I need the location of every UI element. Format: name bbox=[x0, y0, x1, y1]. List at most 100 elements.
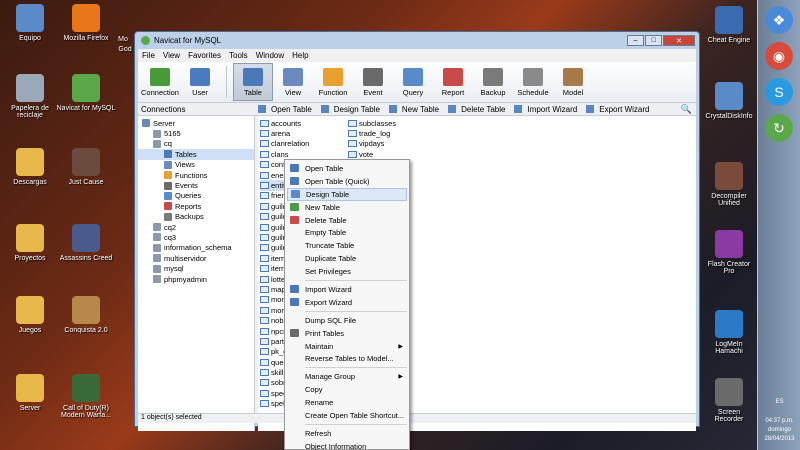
table-icon bbox=[260, 171, 269, 179]
clock-time[interactable]: 04:37 p.m. bbox=[758, 417, 800, 426]
toolbar-connection-button[interactable]: Connection bbox=[140, 63, 180, 101]
tree-item-cq2[interactable]: cq2 bbox=[138, 222, 254, 232]
ctx-manage-group[interactable]: Manage Group ▶ bbox=[287, 370, 407, 383]
tree-item-mysql[interactable]: mysql bbox=[138, 263, 254, 273]
tree-item-queries[interactable]: Queries bbox=[138, 191, 254, 201]
ctx-rename[interactable]: Rename bbox=[287, 396, 407, 409]
toolbar-table-button[interactable]: Table bbox=[233, 63, 273, 101]
tree-item-multiservidor[interactable]: multiservidor bbox=[138, 253, 254, 263]
skype-icon[interactable]: S bbox=[765, 78, 793, 106]
desktop-shortcut[interactable]: Juegos bbox=[0, 296, 62, 334]
tree-item-tables[interactable]: Tables bbox=[138, 149, 254, 160]
table-list-item[interactable]: vipdays bbox=[348, 139, 396, 149]
ctx-truncate-table[interactable]: Truncate Table bbox=[287, 239, 407, 252]
table-list-item[interactable]: vote bbox=[348, 149, 396, 159]
ctx-reverse-tables-to-model[interactable]: Reverse Tables to Model... bbox=[287, 352, 407, 365]
ctx-open-table-quick[interactable]: Open Table (Quick) bbox=[287, 175, 407, 188]
menu-tools[interactable]: Tools bbox=[225, 51, 252, 60]
subtool-open-table[interactable]: Open Table bbox=[255, 105, 318, 114]
lang-indicator[interactable]: ES bbox=[758, 398, 800, 407]
ctx-maintain[interactable]: Maintain ▶ bbox=[287, 340, 407, 353]
title-bar[interactable]: Navicat for MySQL – □ ✕ bbox=[135, 32, 699, 49]
desktop-shortcut[interactable]: Call of Duty(R) Modern Warfa... bbox=[54, 374, 118, 419]
toolbar-report-button[interactable]: Report bbox=[433, 63, 473, 101]
toolbar-function-button[interactable]: Function bbox=[313, 63, 353, 101]
subtool-new-table[interactable]: New Table bbox=[386, 105, 445, 114]
table-list-item[interactable]: trade_log bbox=[348, 128, 396, 138]
desktop-shortcut[interactable]: Server bbox=[0, 374, 62, 412]
tree-item-views[interactable]: Views bbox=[138, 160, 254, 170]
menu-view[interactable]: View bbox=[159, 51, 184, 60]
tree-item-reports[interactable]: Reports bbox=[138, 201, 254, 211]
ctx-copy[interactable]: Copy bbox=[287, 383, 407, 396]
ctx-new-table[interactable]: New Table bbox=[287, 201, 407, 214]
menu-window[interactable]: Window bbox=[252, 51, 288, 60]
tree-item-phpmyadmin[interactable]: phpmyadmin bbox=[138, 274, 254, 284]
tree-item-information_schema[interactable]: information_schema bbox=[138, 243, 254, 253]
table-list-item[interactable]: clanrelation bbox=[260, 139, 309, 149]
toolbar-query-button[interactable]: Query bbox=[393, 63, 433, 101]
subtool-design-table[interactable]: Design Table bbox=[318, 105, 386, 114]
search-icon[interactable]: 🔍 bbox=[681, 104, 692, 115]
desktop-shortcut[interactable]: Screen Recorder bbox=[704, 378, 754, 423]
desktop-shortcut[interactable]: Cheat Engine bbox=[704, 6, 754, 44]
desktop-shortcut[interactable]: Conquista 2.0 bbox=[54, 296, 118, 334]
ctx-open-table[interactable]: Open Table bbox=[287, 162, 407, 175]
table-list-item[interactable]: arena bbox=[260, 128, 309, 138]
table-list-item[interactable]: accounts bbox=[260, 118, 309, 128]
ctx-empty-table[interactable]: Empty Table bbox=[287, 226, 407, 239]
desktop-shortcut[interactable]: Equipo bbox=[0, 4, 62, 42]
desktop-shortcut-partial[interactable]: Mo bbox=[114, 36, 132, 43]
ctx-refresh[interactable]: Refresh bbox=[287, 427, 407, 440]
ctx-duplicate-table[interactable]: Duplicate Table bbox=[287, 252, 407, 265]
menu-favorites[interactable]: Favorites bbox=[184, 51, 225, 60]
ctx-dump-sql-file[interactable]: Dump SQL File bbox=[287, 314, 407, 327]
desktop-shortcut[interactable]: Proyectos bbox=[0, 224, 62, 262]
toolbar-schedule-button[interactable]: Schedule bbox=[513, 63, 553, 101]
tree-item-events[interactable]: Events bbox=[138, 180, 254, 190]
menu-help[interactable]: Help bbox=[288, 51, 312, 60]
menu-file[interactable]: File bbox=[138, 51, 159, 60]
desktop-shortcut[interactable]: Mozilla Firefox bbox=[54, 4, 118, 42]
ctx-print-tables[interactable]: Print Tables bbox=[287, 327, 407, 340]
navicat-taskbar-icon[interactable]: ↻ bbox=[765, 114, 793, 142]
close-button[interactable]: ✕ bbox=[663, 35, 695, 46]
desktop-shortcut[interactable]: LogMeIn Hamachi bbox=[704, 310, 754, 355]
desktop-shortcut[interactable]: Descargas bbox=[0, 148, 62, 186]
tree-item-functions[interactable]: Functions bbox=[138, 170, 254, 180]
subtool-delete-table[interactable]: Delete Table bbox=[445, 105, 511, 114]
ctx-import-wizard[interactable]: Import Wizard bbox=[287, 283, 407, 296]
desktop-shortcut[interactable]: Navicat for MySQL bbox=[54, 74, 118, 112]
ctx-design-table[interactable]: Design Table bbox=[287, 187, 407, 201]
tree-item-cq3[interactable]: cq3 bbox=[138, 232, 254, 242]
desktop-shortcut[interactable]: Papelera de reciclaje bbox=[0, 74, 62, 119]
desktop-shortcut[interactable]: Just Cause bbox=[54, 148, 118, 186]
tree-item-server[interactable]: Server bbox=[138, 118, 254, 128]
subtool-export-wizard[interactable]: Export Wizard bbox=[583, 105, 655, 114]
tree-item-cq[interactable]: cq bbox=[138, 139, 254, 149]
toolbar-model-button[interactable]: Model bbox=[553, 63, 593, 101]
desktop-shortcut[interactable]: Flash Creator Pro bbox=[704, 230, 754, 275]
ctx-delete-table[interactable]: Delete Table bbox=[287, 214, 407, 227]
toolbar-backup-button[interactable]: Backup bbox=[473, 63, 513, 101]
maximize-button[interactable]: □ bbox=[645, 35, 662, 46]
desktop-shortcut-partial[interactable]: God bbox=[116, 46, 134, 53]
windows-start-icon[interactable]: ❖ bbox=[765, 6, 793, 34]
desktop-shortcut[interactable]: CrystalDiskInfo bbox=[704, 82, 754, 120]
minimize-button[interactable]: – bbox=[627, 35, 644, 46]
subtool-import-wizard[interactable]: Import Wizard bbox=[511, 105, 583, 114]
desktop-shortcut[interactable]: Decompiler Unified bbox=[704, 162, 754, 207]
chrome-icon[interactable]: ◉ bbox=[765, 42, 793, 70]
toolbar-view-button[interactable]: View bbox=[273, 63, 313, 101]
ctx-export-wizard[interactable]: Export Wizard bbox=[287, 296, 407, 309]
table-list-item[interactable]: subclasses bbox=[348, 118, 396, 128]
toolbar-event-button[interactable]: Event bbox=[353, 63, 393, 101]
table-list-item[interactable]: clans bbox=[260, 149, 309, 159]
tree-item-backups[interactable]: Backups bbox=[138, 212, 254, 222]
toolbar-user-button[interactable]: User bbox=[180, 63, 220, 101]
desktop-shortcut[interactable]: Assassins Creed bbox=[54, 224, 118, 262]
ctx-object-information[interactable]: Object Information bbox=[287, 440, 407, 450]
ctx-create-open-table-shortcut[interactable]: Create Open Table Shortcut... bbox=[287, 409, 407, 422]
ctx-set-privileges[interactable]: Set Privileges bbox=[287, 265, 407, 278]
tree-item-5165[interactable]: 5165 bbox=[138, 128, 254, 138]
